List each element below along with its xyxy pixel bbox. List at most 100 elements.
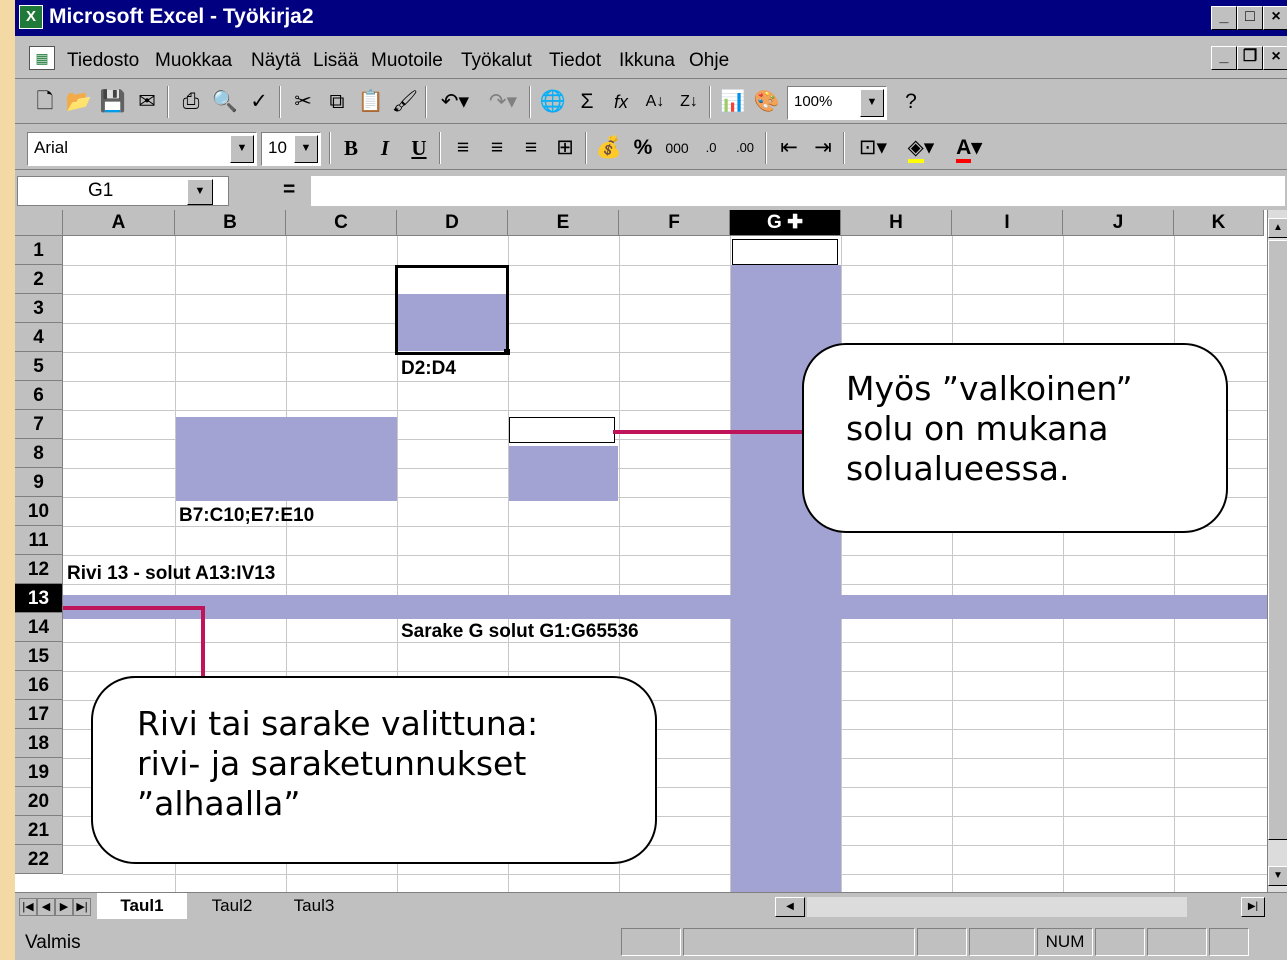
formula-equals[interactable]: = (283, 178, 295, 202)
next-sheet-icon[interactable]: ▶ (55, 898, 73, 916)
font-select[interactable]: Arial ▼ (27, 132, 257, 166)
row-header-3[interactable]: 3 (15, 294, 63, 323)
row-header-17[interactable]: 17 (15, 700, 63, 729)
fill-color-icon[interactable]: ◈▾ (899, 132, 943, 164)
column-header-k[interactable]: K (1174, 210, 1264, 236)
menu-muokkaa[interactable]: Muokkaa (155, 50, 232, 72)
paste-icon[interactable]: 📋 (355, 86, 387, 118)
horizontal-scrollbar[interactable] (807, 897, 1187, 917)
workbook-icon[interactable]: ▦ (29, 46, 55, 70)
excel-app-icon[interactable]: X (19, 5, 43, 29)
currency-icon[interactable]: 💰 (593, 132, 625, 164)
autosum-icon[interactable]: Σ (571, 86, 603, 118)
row-header-20[interactable]: 20 (15, 787, 63, 816)
scroll-left-icon[interactable]: ◀ (775, 897, 805, 917)
chart-wizard-icon[interactable]: 📊 (717, 86, 749, 118)
sort-descending-icon[interactable]: Z↓ (673, 86, 705, 118)
vertical-scrollbar[interactable]: ▲ ▼ (1267, 210, 1287, 892)
menu-tiedot[interactable]: Tiedot (549, 50, 601, 72)
menu-tyokalut[interactable]: Työkalut (461, 50, 532, 72)
web-toolbar-icon[interactable]: 🌐 (537, 86, 569, 118)
row-header-22[interactable]: 22 (15, 845, 63, 874)
redo-icon[interactable]: ↷▾ (481, 86, 525, 118)
row-header-9[interactable]: 9 (15, 468, 63, 497)
cut-icon[interactable]: ✂ (287, 86, 319, 118)
column-header-e[interactable]: E (508, 210, 619, 236)
row-header-8[interactable]: 8 (15, 439, 63, 468)
minimize-button[interactable]: _ (1211, 6, 1237, 30)
font-color-icon[interactable]: A▾ (947, 132, 991, 164)
open-folder-icon[interactable]: 📂 (63, 86, 95, 118)
column-header-c[interactable]: C (286, 210, 397, 236)
selection-border-d2-d4[interactable] (395, 265, 509, 355)
sort-ascending-icon[interactable]: A↓ (639, 86, 671, 118)
email-icon[interactable]: ✉ (131, 86, 163, 118)
increase-decimal-icon[interactable]: .0 (695, 132, 727, 164)
align-center-icon[interactable]: ≡ (481, 132, 513, 164)
align-right-icon[interactable]: ≡ (515, 132, 547, 164)
undo-icon[interactable]: ↶▾ (433, 86, 477, 118)
row-header-13[interactable]: 13 (15, 584, 63, 613)
merge-center-icon[interactable]: ⊞ (549, 132, 581, 164)
menu-nayta[interactable]: Näytä (251, 50, 301, 72)
scroll-thumb[interactable] (1268, 240, 1287, 840)
copy-icon[interactable]: ⧉ (321, 86, 353, 118)
row-header-6[interactable]: 6 (15, 381, 63, 410)
fill-handle[interactable] (504, 349, 510, 355)
new-file-icon[interactable]: 🗋 (29, 86, 61, 118)
row-header-2[interactable]: 2 (15, 265, 63, 294)
menu-muotoile[interactable]: Muotoile (371, 50, 443, 72)
row-header-15[interactable]: 15 (15, 642, 63, 671)
column-header-h[interactable]: H (841, 210, 952, 236)
select-all-corner[interactable] (15, 210, 63, 236)
chevron-down-icon[interactable]: ▼ (860, 89, 884, 117)
menu-ohje[interactable]: Ohje (689, 50, 729, 72)
column-header-b[interactable]: B (175, 210, 286, 236)
row-header-21[interactable]: 21 (15, 816, 63, 845)
increase-indent-icon[interactable]: ⇥ (807, 132, 839, 164)
format-painter-icon[interactable]: 🖌 (389, 86, 421, 118)
row-header-19[interactable]: 19 (15, 758, 63, 787)
column-header-f[interactable]: F (619, 210, 730, 236)
menu-lisaa[interactable]: Lisää (313, 50, 358, 72)
close-button[interactable]: × (1263, 6, 1287, 30)
font-size-select[interactable]: 10 ▼ (261, 132, 321, 166)
spelling-icon[interactable]: ✓ (243, 86, 275, 118)
tab-taul2[interactable]: Taul2 (193, 893, 271, 919)
row-header-10[interactable]: 10 (15, 497, 63, 526)
menu-tiedosto[interactable]: Tiedosto (67, 50, 139, 72)
doc-close-button[interactable]: × (1263, 46, 1287, 70)
underline-button[interactable]: U (403, 132, 435, 164)
drawing-icon[interactable]: 🎨 (751, 86, 783, 118)
prev-sheet-icon[interactable]: ◀ (37, 898, 55, 916)
decrease-indent-icon[interactable]: ⇤ (773, 132, 805, 164)
menu-ikkuna[interactable]: Ikkuna (619, 50, 675, 72)
column-header-d[interactable]: D (397, 210, 508, 236)
help-icon[interactable]: ? (895, 86, 927, 118)
decrease-decimal-icon[interactable]: .00 (729, 132, 761, 164)
chevron-down-icon[interactable]: ▼ (187, 179, 213, 205)
align-left-icon[interactable]: ≡ (447, 132, 479, 164)
formula-input[interactable] (311, 176, 1285, 206)
tab-taul3[interactable]: Taul3 (275, 893, 353, 919)
row-header-4[interactable]: 4 (15, 323, 63, 352)
column-header-a[interactable]: A (63, 210, 175, 236)
scroll-down-icon[interactable]: ▼ (1268, 866, 1287, 886)
borders-icon[interactable]: ⊡▾ (851, 132, 895, 164)
row-header-16[interactable]: 16 (15, 671, 63, 700)
print-icon[interactable]: ⎙ (175, 86, 207, 118)
maximize-button[interactable]: □ (1237, 6, 1263, 30)
zoom-select[interactable]: 100% ▼ (787, 86, 887, 120)
comma-style-icon[interactable]: 000 (661, 132, 693, 164)
doc-minimize-button[interactable]: _ (1211, 46, 1237, 70)
row-header-1[interactable]: 1 (15, 236, 63, 265)
row-header-18[interactable]: 18 (15, 729, 63, 758)
scroll-right-icon[interactable]: ▶| (1241, 897, 1265, 917)
row-header-5[interactable]: 5 (15, 352, 63, 381)
chevron-down-icon[interactable]: ▼ (294, 135, 318, 163)
worksheet-grid[interactable]: A B C D E F G ✚ H I J K 1 2 3 4 5 6 7 8 … (15, 210, 1287, 892)
row-header-12[interactable]: 12 (15, 555, 63, 584)
column-header-i[interactable]: I (952, 210, 1063, 236)
first-sheet-icon[interactable]: |◀ (19, 898, 37, 916)
bold-button[interactable]: B (335, 132, 367, 164)
